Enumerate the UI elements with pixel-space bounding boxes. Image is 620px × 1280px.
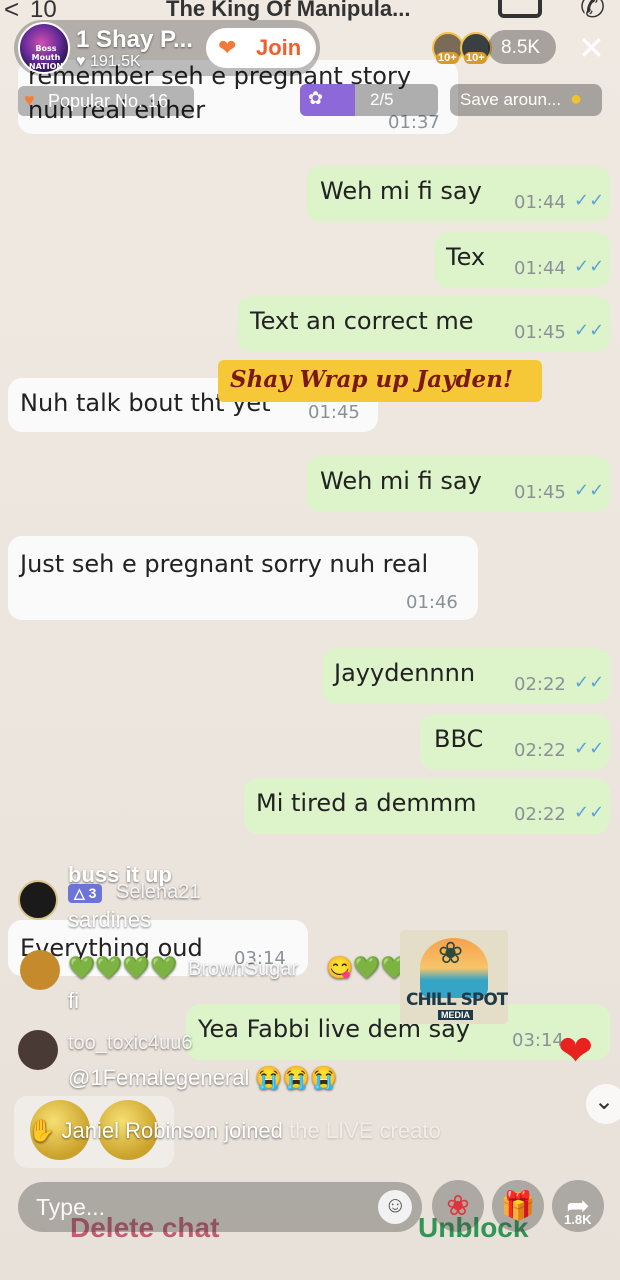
message-text: BBC [434,725,484,753]
avatar-logo-text: Boss Mouth NATION [28,44,64,71]
swan-icon: ✿ [308,88,324,108]
smile-icon: ☺ [384,1192,407,1217]
message-text: Weh mi fi say [320,177,482,205]
message-time: 01:46 [406,592,458,613]
comment-text: 😋💚💚 [326,955,409,980]
message-text: Weh mi fi say [320,467,482,495]
read-ticks-icon: ✓✓ [574,256,605,277]
pinned-banner: Shay Wrap up Jayden! [218,360,542,402]
save-around-label: Save aroun... [460,90,562,109]
comment-text: 💚💚💚💚 [68,955,178,980]
host-likes-count: 191.5K [89,53,141,70]
heart-icon: ♥ [76,53,86,70]
read-ticks-icon: ✓✓ [574,320,605,341]
host-avatar[interactable]: Boss Mouth NATION [18,22,70,74]
comment-text: fi [68,988,79,1013]
message-time: 02:22 [514,674,566,695]
message-time: 02:22 [514,804,566,825]
message-time: 01:45 [308,402,360,423]
phone-icon: ✆ [580,0,606,24]
comment-input-box[interactable]: ☺ [18,1182,422,1232]
chat-contact-name: The King Of Manipula... [166,0,411,21]
save-around-button[interactable]: Save aroun... ● [450,84,602,116]
read-ticks-icon: ✓✓ [574,738,605,759]
chat-message: Tex 01:44 ✓✓ [434,232,610,288]
join-notice-text: Janiel Robinson joined [61,1118,283,1143]
chat-message: BBC 02:22 ✓✓ [420,714,610,770]
chat-message: Text an correct me 01:45 ✓✓ [238,296,610,352]
join-notice: ✋ Janiel Robinson joined the LIVE creato [28,1118,441,1144]
commenter-avatar[interactable] [20,950,60,990]
host-likes: ♥ 191.5K [76,53,141,71]
viewer-rank-badge: 10+ [464,52,487,64]
commenter-name[interactable]: Selena21 [116,881,201,904]
video-call-icon [498,0,542,18]
palm-tree-icon: ❀ [438,937,464,970]
heart-plus-icon: ❤ [218,35,237,60]
logo-line1: CHILL SPOT [406,990,508,1010]
commenter-avatar[interactable] [18,880,58,920]
read-ticks-icon: ✓✓ [574,190,605,211]
message-time: 01:44 [514,258,566,279]
message-time: 03:14 [512,1030,564,1051]
emoji-button[interactable]: ☺ [378,1190,412,1224]
join-notice-faded: the LIVE creato [289,1118,441,1143]
rose-gift-button[interactable]: ❀ [432,1180,484,1232]
coin-icon: ● [570,88,583,110]
message-text: Mi tired a demmm [256,789,477,817]
gift-icon: 🎁 [500,1190,536,1221]
join-button[interactable]: ❤ Join [206,28,316,68]
chat-message: Yea Fabbi live dem say 03:14 [186,1004,610,1060]
back-arrow-icon: < [4,0,20,24]
message-time: 01:44 [514,192,566,213]
gift-button[interactable]: 🎁 [492,1180,544,1232]
chill-spot-media-logo: ❀ CHILL SPOT MEDIA [400,930,508,1024]
commenter-name[interactable]: BrownSugar [188,958,298,981]
chat-message: Weh mi fi say 01:45 ✓✓ [306,456,610,512]
message-text: Text an correct me [250,307,474,335]
message-text: Tex [446,243,486,271]
message-text: Jayydennnn [334,659,476,687]
chat-message: Jayydennnn 02:22 ✓✓ [322,648,610,704]
popular-rank-badge[interactable]: ♥ Popular No. 16 [18,86,194,116]
user-level-badge: △ 3 [68,884,103,903]
popular-rank-label: Popular No. 16 [48,91,169,111]
wave-hand-icon: ✋ [28,1118,56,1143]
comment-text: sardines [68,907,152,932]
chat-message: Just seh e pregnant sorry nuh real 01:46 [8,536,478,620]
goal-progress-text: 2/5 [370,90,394,109]
chat-message: Mi tired a demmm 02:22 ✓✓ [244,778,610,834]
heart-icon: ♥ [24,90,35,110]
chevron-down-icon: ⌄ [594,1088,615,1115]
logo-line2: MEDIA [438,1010,473,1020]
level-number: 3 [88,885,97,901]
message-time: 02:22 [514,740,566,761]
scroll-down-button[interactable]: ⌄ [586,1084,620,1124]
like-heart-icon[interactable]: ❤ [558,1030,593,1072]
share-count: 1.8K [564,1212,592,1227]
banner-text: Shay Wrap up Jayden! [230,366,514,393]
commenter-avatar[interactable] [18,1030,58,1070]
message-time: 01:45 [514,322,566,343]
rose-icon: ❀ [446,1190,470,1221]
viewer-rank-badge: 10+ [436,52,459,64]
join-label: Join [256,35,302,60]
read-ticks-icon: ✓✓ [574,480,605,501]
comment-input[interactable] [36,1192,366,1222]
message-time: 01:45 [514,482,566,503]
read-ticks-icon: ✓✓ [574,672,605,693]
live-goal[interactable]: ✿ 2/5 [300,84,438,116]
chat-message: Weh mi fi say 01:44 ✓✓ [306,166,610,222]
read-ticks-icon: ✓✓ [574,802,605,823]
host-name[interactable]: 1 Shay P... [76,26,193,54]
viewer-count[interactable]: 8.5K [488,30,556,64]
viewer-count-text: 8.5K [501,37,541,58]
close-icon[interactable]: ✕ [578,32,605,64]
comment-text: @1Femalegeneral 😭😭😭 [68,1065,338,1090]
commenter-name[interactable]: too_toxic4uu6 [68,1032,193,1055]
message-text: Just seh e pregnant sorry nuh real [20,550,429,578]
